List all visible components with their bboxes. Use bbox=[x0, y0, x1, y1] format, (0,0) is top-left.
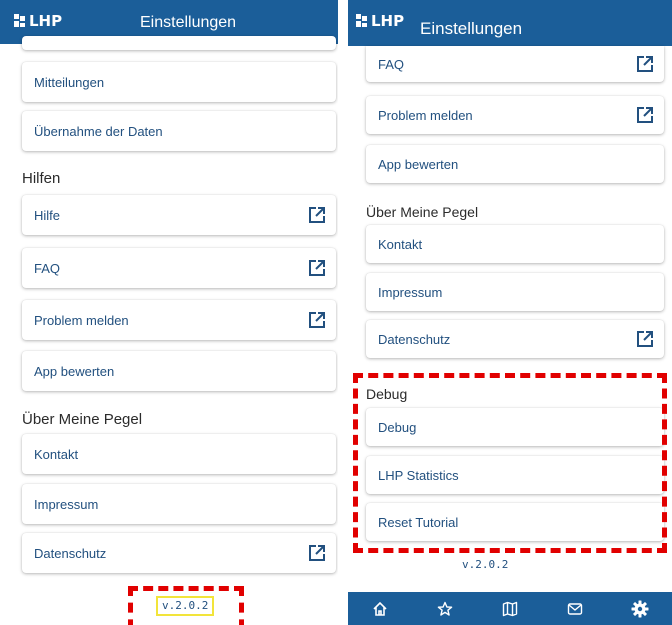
highlight-annotation bbox=[353, 373, 667, 553]
external-link-icon bbox=[309, 207, 325, 223]
bottom-navigation bbox=[348, 592, 672, 625]
list-item-hilfe[interactable]: Hilfe bbox=[22, 195, 336, 235]
list-item-label: Datenschutz bbox=[378, 331, 451, 347]
nav-settings[interactable] bbox=[625, 594, 655, 624]
list-item-label: Hilfe bbox=[34, 207, 61, 223]
external-link-icon bbox=[309, 260, 325, 276]
list-item-label: FAQ bbox=[34, 260, 61, 276]
section-title-ueber: Über Meine Pegel bbox=[366, 204, 479, 220]
settings-screen-left: LHP Einstellungen Mitteilungen Übernahme… bbox=[0, 0, 338, 625]
list-item-datenschutz[interactable]: Datenschutz bbox=[366, 320, 664, 358]
list-item-kontakt[interactable]: Kontakt bbox=[22, 434, 336, 474]
list-item-mitteilungen[interactable]: Mitteilungen bbox=[22, 62, 336, 102]
external-link-icon bbox=[637, 56, 653, 72]
logo-icon bbox=[14, 14, 25, 27]
logo-text: LHP bbox=[371, 12, 405, 30]
list-item-app-bewerten[interactable]: App bewerten bbox=[366, 145, 664, 183]
list-item-label: Datenschutz bbox=[34, 545, 107, 561]
list-item-faq[interactable]: FAQ bbox=[22, 248, 336, 288]
nav-messages[interactable] bbox=[560, 594, 590, 624]
list-item-label: App bewerten bbox=[34, 363, 115, 379]
version-label: v.2.0.2 bbox=[156, 596, 215, 616]
mail-icon bbox=[567, 602, 582, 615]
list-item-problem-melden[interactable]: Problem melden bbox=[366, 96, 664, 134]
list-item-problem-melden[interactable]: Problem melden bbox=[22, 300, 336, 340]
version-label: v.2.0.2 bbox=[462, 558, 509, 571]
list-item-impressum[interactable]: Impressum bbox=[366, 273, 664, 311]
nav-favorites[interactable] bbox=[430, 594, 460, 624]
app-logo: LHP bbox=[356, 12, 404, 30]
nav-map[interactable] bbox=[495, 594, 525, 624]
map-icon bbox=[502, 601, 518, 616]
list-item-datenuebernahme[interactable]: Übernahme der Daten bbox=[22, 111, 336, 151]
list-item-label: FAQ bbox=[378, 56, 405, 72]
list-item-label: Kontakt bbox=[34, 446, 79, 462]
list-item-impressum[interactable]: Impressum bbox=[22, 484, 336, 524]
list-item-label: App bewerten bbox=[378, 156, 459, 172]
star-icon bbox=[437, 601, 453, 616]
list-item-label: Problem melden bbox=[378, 107, 473, 123]
section-title-hilfen: Hilfen bbox=[22, 170, 61, 187]
list-item-label: Übernahme der Daten bbox=[34, 123, 163, 139]
page-title: Einstellungen bbox=[140, 14, 237, 31]
list-item-faq[interactable]: FAQ bbox=[366, 46, 664, 82]
card-partial-top bbox=[22, 36, 336, 50]
external-link-icon bbox=[309, 312, 325, 328]
external-link-icon bbox=[637, 107, 653, 123]
gear-icon bbox=[631, 600, 649, 617]
settings-screen-right: LHP Einstellungen FAQ Problem melden App… bbox=[348, 0, 672, 625]
list-item-label: Mitteilungen bbox=[34, 74, 105, 90]
page-title: Einstellungen bbox=[420, 19, 523, 38]
list-item-label: Problem melden bbox=[34, 312, 129, 328]
app-logo: LHP bbox=[14, 12, 62, 30]
home-icon bbox=[373, 601, 387, 616]
list-item-app-bewerten[interactable]: App bewerten bbox=[22, 351, 336, 391]
list-item-label: Impressum bbox=[34, 496, 99, 512]
external-link-icon bbox=[309, 545, 325, 561]
logo-icon bbox=[356, 14, 367, 27]
external-link-icon bbox=[637, 331, 653, 347]
list-item-label: Impressum bbox=[378, 284, 443, 300]
nav-home[interactable] bbox=[365, 594, 395, 624]
list-item-label: Kontakt bbox=[378, 236, 423, 252]
app-bar: LHP Einstellungen bbox=[348, 0, 672, 46]
list-item-datenschutz[interactable]: Datenschutz bbox=[22, 533, 336, 573]
logo-text: LHP bbox=[29, 12, 63, 30]
list-item-kontakt[interactable]: Kontakt bbox=[366, 225, 664, 263]
section-title-ueber: Über Meine Pegel bbox=[22, 411, 143, 428]
